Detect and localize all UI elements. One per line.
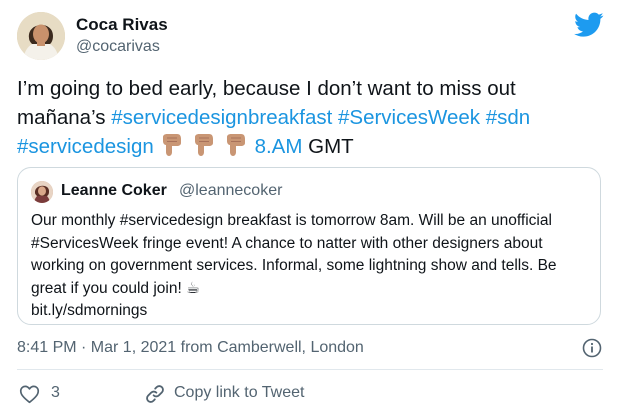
author-handle[interactable]: @cocarivas [76, 38, 160, 56]
link-icon[interactable] [144, 383, 166, 405]
tweet-line-2: mañana’s #servicedesignbreakfast #Servic… [17, 103, 607, 132]
hashtag-sdn[interactable]: #sdn [486, 106, 530, 129]
quoted-text-body: Our monthly #servicedesign breakfast is … [31, 212, 557, 297]
hashtag-servicedesignbreakfast[interactable]: #servicedesignbreakfast [111, 106, 332, 129]
author-avatar[interactable] [17, 12, 65, 60]
quoted-link[interactable]: bit.ly/sdmornings [31, 302, 147, 319]
pointing-down-hand-icon [226, 134, 245, 156]
info-icon[interactable] [582, 338, 602, 358]
quoted-tweet[interactable]: Leanne Coker @leannecoker Our monthly #s… [17, 167, 601, 325]
quoted-author-name[interactable]: Leanne Coker [61, 182, 167, 200]
time-link[interactable]: 8.AM [255, 135, 303, 158]
author-name[interactable]: Coca Rivas [76, 15, 168, 35]
like-count[interactable]: 3 [51, 384, 60, 402]
tweet-suffix: GMT [302, 135, 354, 158]
pointing-down-hand-icon [195, 134, 214, 156]
quoted-author-handle[interactable]: @leannecoker [179, 182, 282, 200]
copy-link-button[interactable]: Copy link to Tweet [174, 384, 304, 402]
hashtag-servicesweek[interactable]: #ServicesWeek [338, 106, 480, 129]
twitter-bird-icon[interactable] [574, 12, 604, 38]
tweet-line-1: I’m going to bed early, because I don’t … [17, 77, 516, 100]
heart-icon[interactable] [19, 384, 40, 404]
tweet-line-2-prefix: mañana’s [17, 106, 112, 129]
actions-divider [17, 369, 603, 370]
tweet-line-3: #servicedesign 8.AM GMT [17, 132, 607, 161]
pointing-down-hand-icon [163, 134, 182, 156]
tweet-text: I’m going to bed early, because I don’t … [17, 74, 607, 161]
hashtag-servicedesign[interactable]: #servicedesign [17, 135, 154, 158]
quoted-tweet-text: Our monthly #servicedesign breakfast is … [31, 210, 593, 323]
tweet-timestamp[interactable]: 8:41 PM · Mar 1, 2021 from Camberwell, L… [17, 339, 364, 357]
quoted-author-avatar[interactable] [31, 181, 53, 203]
